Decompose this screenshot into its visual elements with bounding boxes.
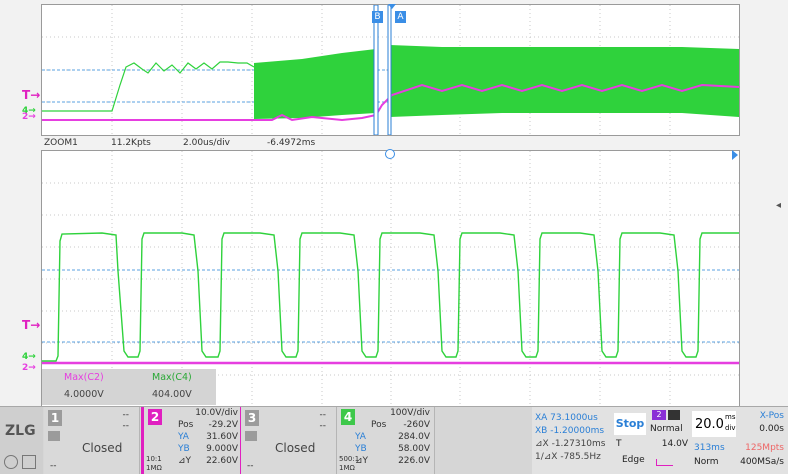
channel-4-ya-value: 284.0V [398, 432, 430, 442]
channel-3-scale: -- [319, 410, 327, 420]
channel-1-scale: -- [122, 410, 130, 420]
timebase-unit-bottom: div [725, 424, 736, 432]
channel-3-pos: -- [319, 421, 327, 431]
channel-2-pos-value: -29.2V [208, 420, 238, 430]
trigger-source-badge: 2 [652, 410, 666, 420]
channel-2-dy-value: 22.60V [206, 456, 238, 466]
screen-capture-icon[interactable] [22, 455, 36, 469]
channel-3-number: 3 [245, 410, 259, 426]
acquire-mode: Norm [694, 457, 719, 467]
zlg-logo: ZLG [5, 423, 36, 439]
channel-2-scale: 10.0V/div [195, 408, 238, 418]
zoom-right-marker-icon [732, 150, 738, 160]
channel-2-dy-label: ⊿Y [178, 456, 192, 466]
channel-4-number: 4 [341, 409, 355, 425]
channel-4-ya-label: YA [355, 432, 366, 442]
measure-header-c2: Max(C2) [64, 372, 104, 383]
cursor-b-line[interactable] [373, 5, 379, 135]
cursor-readout[interactable]: XA 73.1000us XB -1.20000ms ⊿X -1.27310ms… [532, 407, 612, 474]
zoom-ch2-label: 2→ [22, 363, 36, 373]
channel-4-dy-value: 226.0V [398, 456, 430, 466]
channel-4-probe-ratio: 500:1 [339, 455, 360, 463]
stop-button[interactable]: Stop [614, 413, 646, 435]
channel-4-pos-label: Pos [371, 420, 387, 430]
overview-ch4-dense-band-2 [390, 45, 739, 117]
channel-3-state: Closed [275, 441, 316, 455]
logo-area: ZLG [0, 407, 43, 474]
trigger-type: Edge [622, 455, 645, 465]
channel-2-number: 2 [148, 409, 162, 425]
channel-2-panel[interactable]: 2 10.0V/div Pos -29.2V YA 31.60V YB 9.00… [141, 407, 243, 474]
zoom-timebase: 2.00us/div [183, 138, 231, 148]
measurement-table[interactable]: Max(C2) Max(C4) 4.0000V 404.00V [42, 369, 216, 405]
side-collapse-icon[interactable]: ◂ [776, 200, 781, 211]
zoom-ch4-label: 4→ [22, 352, 36, 362]
memory-depth: 125Mpts [745, 443, 784, 453]
channel-2-pos-label: Pos [178, 420, 194, 430]
overview-waveform-svg [42, 5, 739, 135]
channel-2-yb-label: YB [178, 444, 190, 454]
channel-1-state: Closed [82, 441, 123, 455]
cursor-dx: ⊿X -1.27310ms [535, 439, 606, 449]
channel-4-impedance: 1MΩ [339, 464, 355, 472]
status-bar: ZLG 1 -- -- Closed -- 2 10.0V/div Pos -2… [0, 406, 788, 474]
channel-3-coupling-icon [245, 431, 257, 441]
xpos-value: 0.00s [759, 424, 784, 434]
cursor-b-marker[interactable]: B [372, 11, 383, 23]
measure-value-c2: 4.0000V [64, 389, 104, 400]
trigger-mode: Normal [650, 424, 683, 434]
channel-3-footer: -- [247, 461, 254, 471]
channel-2-ya-value: 31.60V [206, 432, 238, 442]
overview-ch2-label: 2→ [22, 112, 36, 122]
timebase-panel[interactable]: 20.0 ms div X-Pos 0.00s 313ms 125Mpts No… [690, 407, 788, 474]
channel-2-impedance: 1MΩ [146, 464, 162, 472]
channel-4-scale: 100V/div [390, 408, 430, 418]
cursor-a-line[interactable] [387, 5, 392, 135]
overview-waveform-display[interactable] [41, 4, 740, 136]
zoom-grid [42, 151, 739, 406]
cursor-xb: XB -1.20000ms [535, 426, 605, 436]
sample-rate: 400MSa/s [740, 457, 784, 467]
channel-1-coupling-icon [48, 431, 60, 441]
channel-4-yb-label: YB [355, 444, 367, 454]
trigger-coupling-icon [668, 410, 680, 420]
trigger-position-icon [388, 4, 396, 9]
zoom-info-bar: ZOOM1 11.2Kpts 2.00us/div -6.4972ms [41, 136, 741, 149]
channel-1-footer: -- [50, 461, 57, 471]
run-trigger-panel[interactable]: Stop 2 Normal T 14.0V Edge [612, 407, 690, 474]
channel-2-probe-ratio: 10:1 [146, 455, 162, 463]
overview-trigger-label: T→ [22, 88, 41, 102]
xpos-label: X-Pos [759, 411, 784, 421]
record-time-length: 313ms [694, 443, 725, 453]
channel-2-ya-label: YA [178, 432, 189, 442]
channel-1-number: 1 [48, 410, 62, 426]
zoom-magnifier-icon[interactable] [4, 455, 18, 469]
overview-ch4-low-trace [42, 61, 255, 112]
channel-3-panel[interactable]: 3 -- -- Closed -- [241, 407, 337, 474]
timebase-value: 20.0 [695, 417, 724, 432]
channel-1-panel[interactable]: 1 -- -- Closed -- [44, 407, 140, 474]
channel-4-pos-value: -260V [403, 420, 430, 430]
channel-4-yb-value: 58.00V [398, 444, 430, 454]
overview-ch4-dense-band-1 [254, 49, 376, 119]
zoom-points: 11.2Kpts [111, 138, 151, 148]
zoom-name: ZOOM1 [44, 138, 78, 148]
channel-1-pos: -- [122, 421, 130, 431]
measure-header-c4: Max(C4) [152, 372, 192, 383]
channel-4-panel[interactable]: 4 100V/div Pos -260V YA 284.0V YB 58.00V… [337, 407, 435, 474]
zoom-trigger-label: T→ [22, 318, 41, 332]
cursor-a-marker[interactable]: A [395, 11, 406, 23]
zoom-waveform-svg [42, 151, 739, 406]
zoom-offset: -6.4972ms [267, 138, 316, 148]
channel-2-yb-value: 9.000V [206, 444, 238, 454]
measure-value-c4: 404.00V [152, 389, 192, 400]
cursor-xa: XA 73.1000us [535, 413, 598, 423]
timebase-unit-top: ms [725, 413, 736, 421]
trigger-label: T [616, 439, 622, 449]
edge-icon [656, 459, 673, 466]
timebase-value-box[interactable]: 20.0 ms div [692, 411, 736, 437]
zoom-trigger-position-icon [385, 149, 395, 159]
cursor-inverse-dx: 1/⊿X -785.5Hz [535, 452, 601, 462]
trigger-level: 14.0V [661, 439, 688, 449]
